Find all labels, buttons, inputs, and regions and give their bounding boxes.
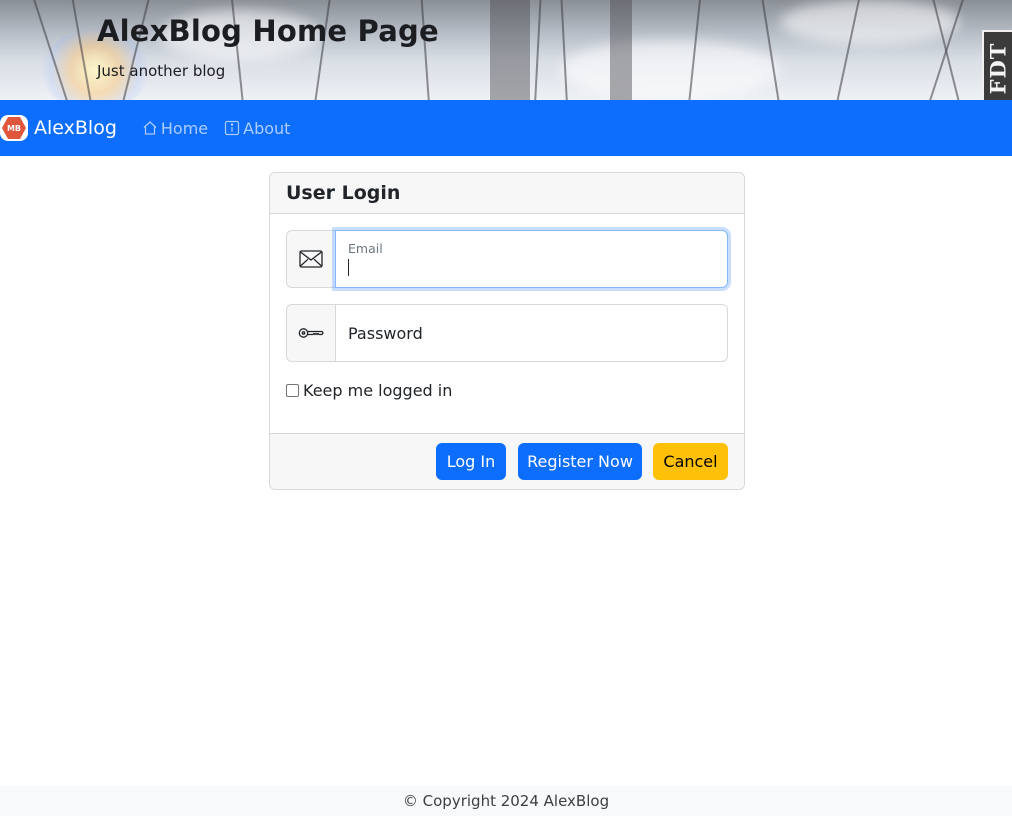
email-label: Email [348, 241, 383, 256]
copyright-text: © Copyright 2024 AlexBlog [402, 792, 610, 810]
cancel-button[interactable]: Cancel [653, 443, 728, 480]
brand-logo: MB [0, 115, 28, 141]
page-footer: © Copyright 2024 AlexBlog [0, 786, 1012, 816]
nav-item-about[interactable]: About [224, 119, 290, 138]
header-banner: AlexBlog Home Page Just another blog [0, 0, 1012, 100]
key-icon [298, 328, 324, 338]
site-title: AlexBlog Home Page [97, 14, 439, 48]
nav-item-home[interactable]: Home [142, 119, 208, 138]
email-addon [286, 230, 335, 288]
brand-name: AlexBlog [34, 117, 117, 139]
login-card-footer: Log In Register Now Cancel [270, 433, 744, 489]
info-square-icon [225, 120, 240, 136]
register-button[interactable]: Register Now [518, 443, 642, 480]
email-input-group: Email [286, 230, 728, 288]
debug-toolbar-label: FDT [985, 42, 1011, 94]
house-icon [143, 121, 157, 135]
login-card-header: User Login [270, 173, 744, 214]
main-navbar: MB AlexBlog Home About [0, 100, 1012, 156]
remember-me-label[interactable]: Keep me logged in [303, 381, 452, 400]
password-input-group: Password [286, 304, 728, 362]
nav-item-label: About [243, 118, 291, 138]
password-addon [286, 304, 335, 362]
nav-item-label: Home [160, 118, 209, 138]
password-field[interactable]: Password [335, 304, 728, 362]
site-subtitle: Just another blog [97, 62, 226, 80]
email-field[interactable]: Email [335, 230, 728, 288]
navbar-brand[interactable]: MB AlexBlog [0, 115, 117, 141]
login-card: User Login Email Password Keep me logged… [269, 172, 745, 490]
login-button[interactable]: Log In [436, 443, 506, 480]
text-caret [348, 259, 349, 276]
remember-me-checkbox[interactable] [286, 384, 299, 397]
debug-toolbar-tab[interactable]: FDT [982, 30, 1012, 106]
remember-me: Keep me logged in [286, 381, 452, 400]
password-placeholder: Password [348, 324, 423, 343]
login-card-title: User Login [286, 182, 401, 204]
envelope-icon [299, 250, 323, 268]
